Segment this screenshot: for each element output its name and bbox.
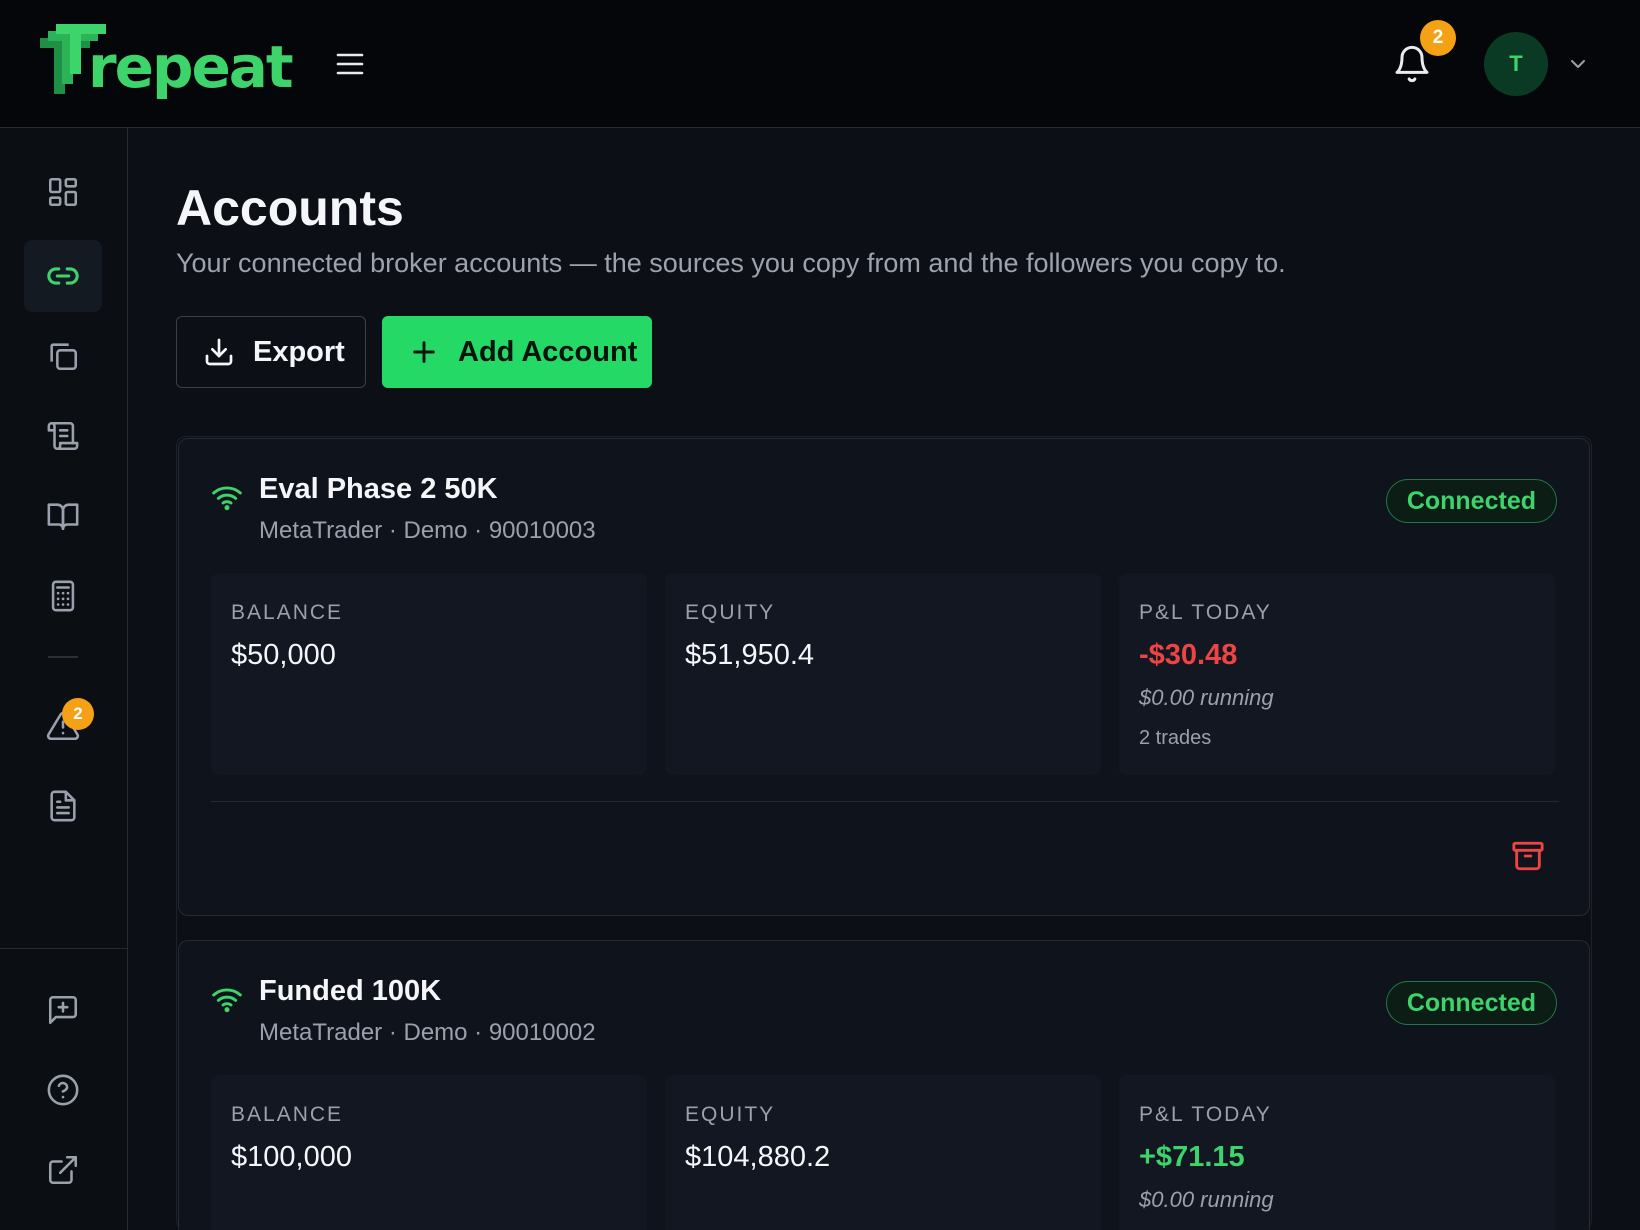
archive-icon[interactable]: [1511, 839, 1545, 873]
user-avatar[interactable]: T: [1484, 32, 1548, 96]
copy-icon: [50, 343, 78, 371]
sidebar-item-feedback[interactable]: [24, 974, 102, 1046]
scroll-icon: [47, 421, 79, 451]
account-meta: MetaTrader · Demo · 90010002: [259, 1019, 596, 1046]
pnl-value: +$71.15: [1139, 1141, 1245, 1173]
equity-stat: EQUITY $51,950.4: [665, 573, 1101, 775]
pnl-label: P&L TODAY: [1139, 1103, 1272, 1126]
card-divider: [211, 801, 1559, 802]
page-title: Accounts: [176, 180, 404, 236]
page-subtitle: Your connected broker accounts — the sou…: [176, 248, 1286, 278]
brand-name: repeat: [88, 33, 294, 101]
sidebar-item-help[interactable]: [24, 1054, 102, 1126]
hamburger-icon[interactable]: [330, 48, 370, 80]
equity-label: EQUITY: [685, 1103, 776, 1126]
sidebar-item-logs[interactable]: [24, 400, 102, 472]
external-link-icon: [48, 1155, 78, 1185]
sidebar-item-alerts[interactable]: [24, 690, 102, 762]
dashboard-icon: [48, 177, 78, 207]
balance-label: BALANCE: [231, 1103, 344, 1126]
equity-label: EQUITY: [685, 601, 776, 624]
pnl-running: $0.00 running: [1139, 685, 1274, 710]
alerts-count-badge: 2: [62, 698, 94, 730]
account-card: Funded 100K MetaTrader · Demo · 90010002…: [178, 940, 1590, 1230]
link-icon: [47, 267, 79, 285]
notification-count-badge: 2: [1420, 20, 1456, 56]
balance-value: $100,000: [231, 1141, 352, 1173]
pnl-label: P&L TODAY: [1139, 601, 1272, 624]
book-icon: [47, 503, 79, 531]
wifi-icon: [212, 988, 242, 1013]
account-name[interactable]: Funded 100K: [259, 975, 441, 1008]
sidebar-item-external[interactable]: [24, 1134, 102, 1206]
export-button[interactable]: Export: [176, 316, 366, 388]
equity-stat: EQUITY $104,880.2: [665, 1075, 1101, 1230]
document-icon: [50, 790, 76, 822]
sidebar-item-calculator[interactable]: [24, 560, 102, 632]
feedback-icon: [48, 995, 78, 1025]
sidebar-item-journal[interactable]: [24, 480, 102, 552]
status-badge: Connected: [1385, 479, 1557, 523]
balance-value: $50,000: [231, 639, 336, 671]
add-account-button[interactable]: Add Account: [382, 316, 652, 388]
wifi-icon: [212, 486, 242, 511]
equity-value: $51,950.4: [685, 639, 815, 671]
add-account-button-label: Add Account: [458, 335, 638, 368]
sidebar-bottom-divider: [0, 948, 127, 949]
download-icon: [205, 338, 233, 366]
sidebar: 2: [0, 128, 128, 1230]
pnl-running: $0.00 running: [1139, 1187, 1274, 1212]
brand-logo[interactable]: repeat: [40, 22, 294, 106]
sidebar-divider: [48, 656, 78, 658]
sidebar-item-copy[interactable]: [24, 320, 102, 392]
plus-icon: [413, 341, 435, 363]
pnl-stat: P&L TODAY -$30.48 $0.00 running 2 trades: [1119, 573, 1555, 775]
account-name[interactable]: Eval Phase 2 50K: [259, 473, 498, 506]
chevron-down-icon[interactable]: [1566, 52, 1590, 76]
balance-stat: BALANCE $50,000: [211, 573, 647, 775]
balance-label: BALANCE: [231, 601, 344, 624]
top-bar: repeat 2 T: [0, 0, 1640, 128]
sidebar-item-accounts[interactable]: [24, 240, 102, 312]
calculator-icon: [51, 580, 75, 612]
sidebar-item-reports[interactable]: [24, 770, 102, 842]
status-badge: Connected: [1385, 981, 1557, 1025]
help-icon: [47, 1074, 79, 1106]
export-button-label: Export: [253, 335, 345, 368]
account-meta: MetaTrader · Demo · 90010003: [259, 517, 596, 544]
trades-count: 2 trades: [1139, 727, 1212, 749]
sidebar-item-dashboard[interactable]: [24, 156, 102, 228]
pnl-stat: P&L TODAY +$71.15 $0.00 running: [1119, 1075, 1555, 1230]
equity-value: $104,880.2: [685, 1141, 831, 1173]
balance-stat: BALANCE $100,000: [211, 1075, 647, 1230]
account-card: Eval Phase 2 50K MetaTrader · Demo · 900…: [178, 438, 1590, 916]
pnl-value: -$30.48: [1139, 639, 1238, 671]
